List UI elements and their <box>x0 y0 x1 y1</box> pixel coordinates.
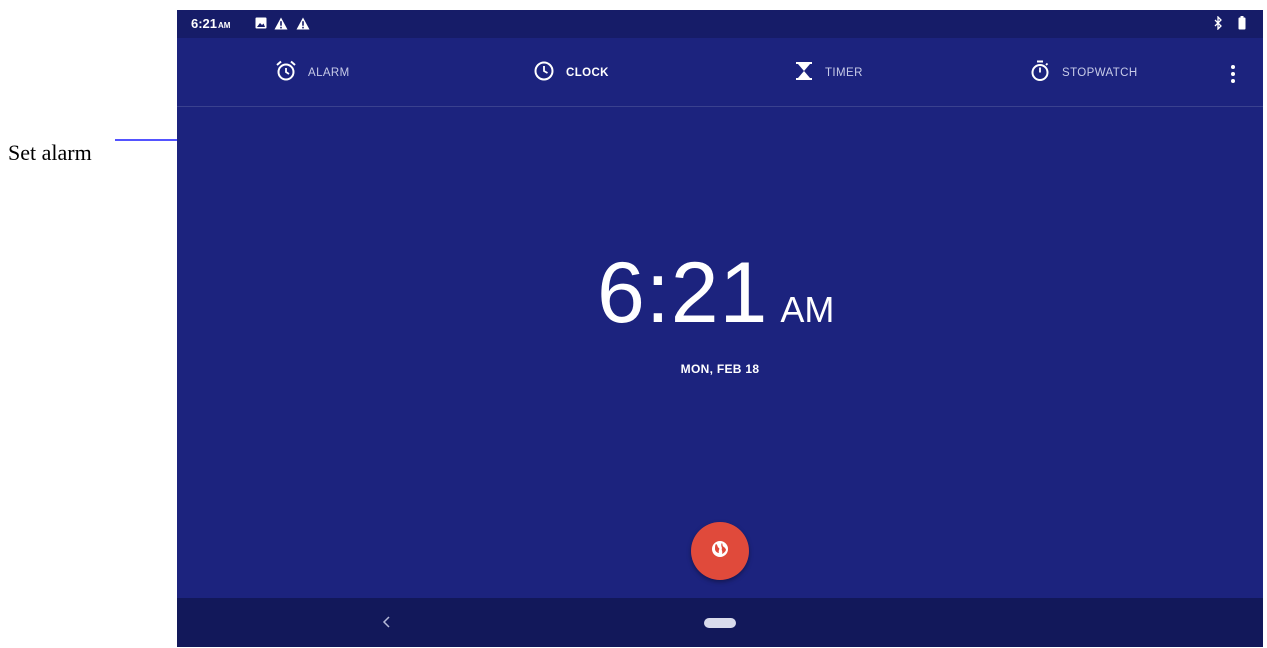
back-icon[interactable] <box>379 612 395 632</box>
tab-bar: ALARM CLOCK TIMER STOPWATCH <box>177 38 1263 107</box>
stopwatch-icon <box>1029 60 1051 87</box>
digital-clock: 6:21 AM <box>597 250 834 336</box>
world-clock-button[interactable] <box>691 522 749 580</box>
tab-stopwatch-label: STOPWATCH <box>1062 67 1138 79</box>
tab-timer-label: TIMER <box>825 67 863 79</box>
image-icon <box>253 15 269 31</box>
battery-icon <box>1234 15 1250 31</box>
clock-icon <box>533 60 555 87</box>
tab-alarm[interactable]: ALARM <box>275 60 350 86</box>
clock-time: 6:21 <box>597 245 769 341</box>
callout-label: Set alarm <box>8 140 92 165</box>
navigation-bar <box>177 598 1263 647</box>
status-time-value: 6:21 <box>191 16 218 31</box>
clock-app-screen: 6:21AM ALARM CLOCK TIMER STOPWATCH 6:21 … <box>177 10 1263 647</box>
clock-ampm: AM <box>780 289 835 330</box>
tab-timer[interactable]: TIMER <box>794 60 863 86</box>
warning-icon <box>295 15 311 31</box>
status-time-ampm: AM <box>218 21 231 30</box>
hourglass-icon <box>794 60 814 87</box>
more-vert-icon[interactable] <box>1225 62 1241 86</box>
clock-date: MON, FEB 18 <box>680 362 760 376</box>
tab-alarm-label: ALARM <box>308 67 350 79</box>
home-pill-icon[interactable] <box>704 618 736 628</box>
globe-icon <box>711 540 729 563</box>
status-bar: 6:21AM <box>177 10 1263 38</box>
bluetooth-icon <box>1210 15 1226 31</box>
tab-clock-label: CLOCK <box>566 67 609 79</box>
status-time: 6:21AM <box>191 16 230 31</box>
alarm-icon <box>275 60 297 87</box>
warning-icon <box>273 15 289 31</box>
stage: Set alarm 6:21AM ALARM CLOCK TIMER STOPW… <box>0 0 1267 648</box>
tab-stopwatch[interactable]: STOPWATCH <box>1029 60 1138 86</box>
tab-clock[interactable]: CLOCK <box>533 60 609 86</box>
